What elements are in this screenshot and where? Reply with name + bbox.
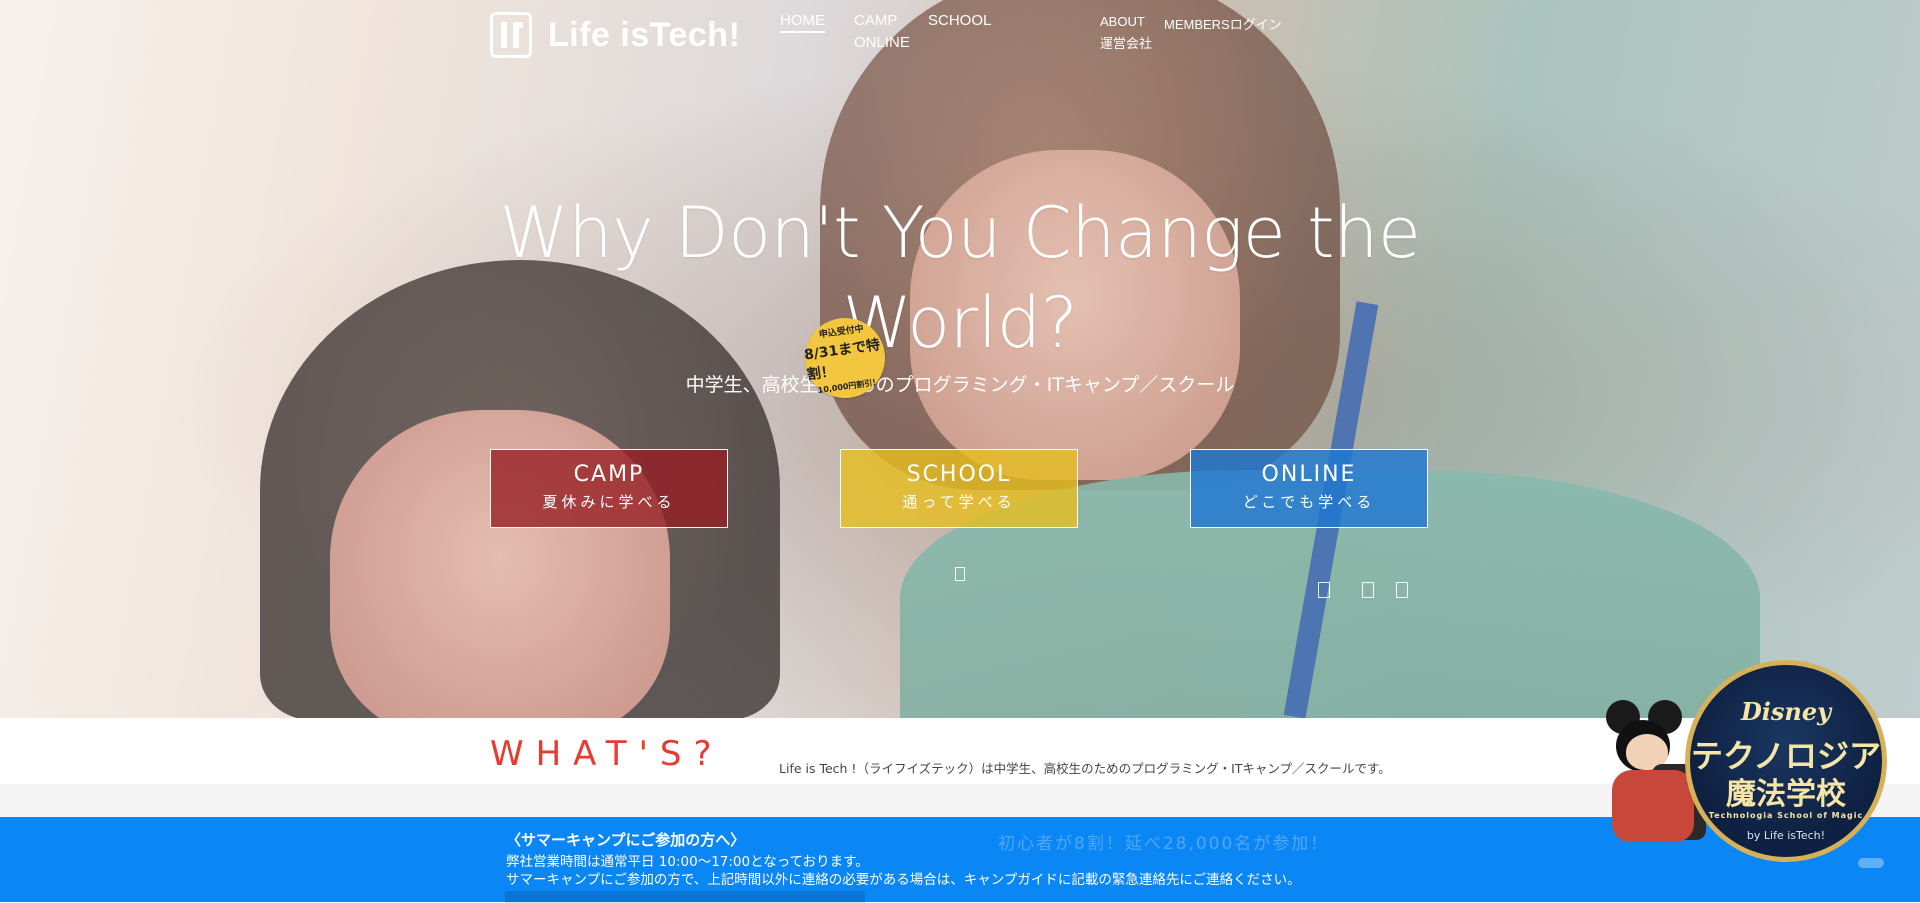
notice-line2: サマーキャンプにご参加の方で、上記時間以外に連絡の必要がある場合は、キャンプガイ…: [506, 872, 1301, 888]
nav-school[interactable]: SCHOOL: [928, 12, 991, 29]
promo-close-icon[interactable]: [1858, 858, 1884, 868]
notice-line1: 弊社営業時間は通常平日 10:00〜17:00となっております。: [506, 854, 869, 870]
nav-camp[interactable]: CAMP: [854, 12, 897, 29]
hero-section: Life isTech! HOME CAMP SCHOOL ONLINE ABO…: [0, 0, 1920, 718]
logo-mark-icon: [490, 12, 532, 58]
camp-button-title: CAMP: [573, 462, 645, 487]
school-button-title: SCHOOL: [906, 462, 1012, 487]
notice-heading: 〈サマーキャンプにご参加の方へ〉: [506, 831, 746, 849]
notice-background-image: [505, 891, 865, 903]
logo-text: Life isTech!: [548, 15, 741, 54]
promo-by: by Life isTech!: [1746, 829, 1826, 842]
twitter-icon[interactable]: [1362, 582, 1374, 598]
promo-title-line2: 魔法学校: [1726, 777, 1846, 812]
promo-subtitle: Technologia School of Magic: [1708, 811, 1864, 820]
school-button[interactable]: SCHOOL 通って学べる: [840, 449, 1078, 528]
camp-button-subtitle: 夏休みに学べる: [542, 493, 676, 511]
nav-online[interactable]: ONLINE: [854, 34, 910, 51]
disney-technologia-promo[interactable]: Disney テクノロジア 魔法学校 Technologia School of…: [1598, 660, 1888, 870]
promo-brand: Disney: [1740, 697, 1832, 726]
facebook-icon[interactable]: [1318, 582, 1330, 598]
instagram-icon[interactable]: [1396, 582, 1408, 598]
nav-home[interactable]: HOME: [780, 12, 825, 33]
notice-background-heading: 初心者が8割！延べ28,000名が参加！: [998, 834, 1330, 854]
school-button-subtitle: 通って学べる: [902, 493, 1016, 511]
technologia-medal: Disney テクノロジア 魔法学校 Technologia School of…: [1685, 660, 1887, 862]
nav-company[interactable]: 運営会社: [1100, 33, 1152, 52]
online-button-title: ONLINE: [1261, 462, 1357, 487]
scroll-indicator-icon[interactable]: [955, 567, 965, 581]
whats-title: WHAT'S?: [490, 734, 724, 774]
hero-subline: 中学生、高校生のためのプログラミング・ITキャンプ／スクール: [685, 374, 1235, 396]
hero-headline: Why Don't You Change the World?: [499, 192, 1421, 364]
nav-members-login[interactable]: MEMBERSログイン: [1164, 14, 1282, 33]
whats-description: Life is Tech !（ライフイズテック）は中学生、高校生のためのプログラ…: [779, 761, 1391, 776]
site-logo[interactable]: Life isTech!: [490, 12, 740, 58]
online-button[interactable]: ONLINE どこでも学べる: [1190, 449, 1428, 528]
camp-button[interactable]: CAMP 夏休みに学べる: [490, 449, 728, 528]
online-button-subtitle: どこでも学べる: [1242, 493, 1376, 511]
nav-about[interactable]: ABOUT: [1100, 14, 1145, 29]
